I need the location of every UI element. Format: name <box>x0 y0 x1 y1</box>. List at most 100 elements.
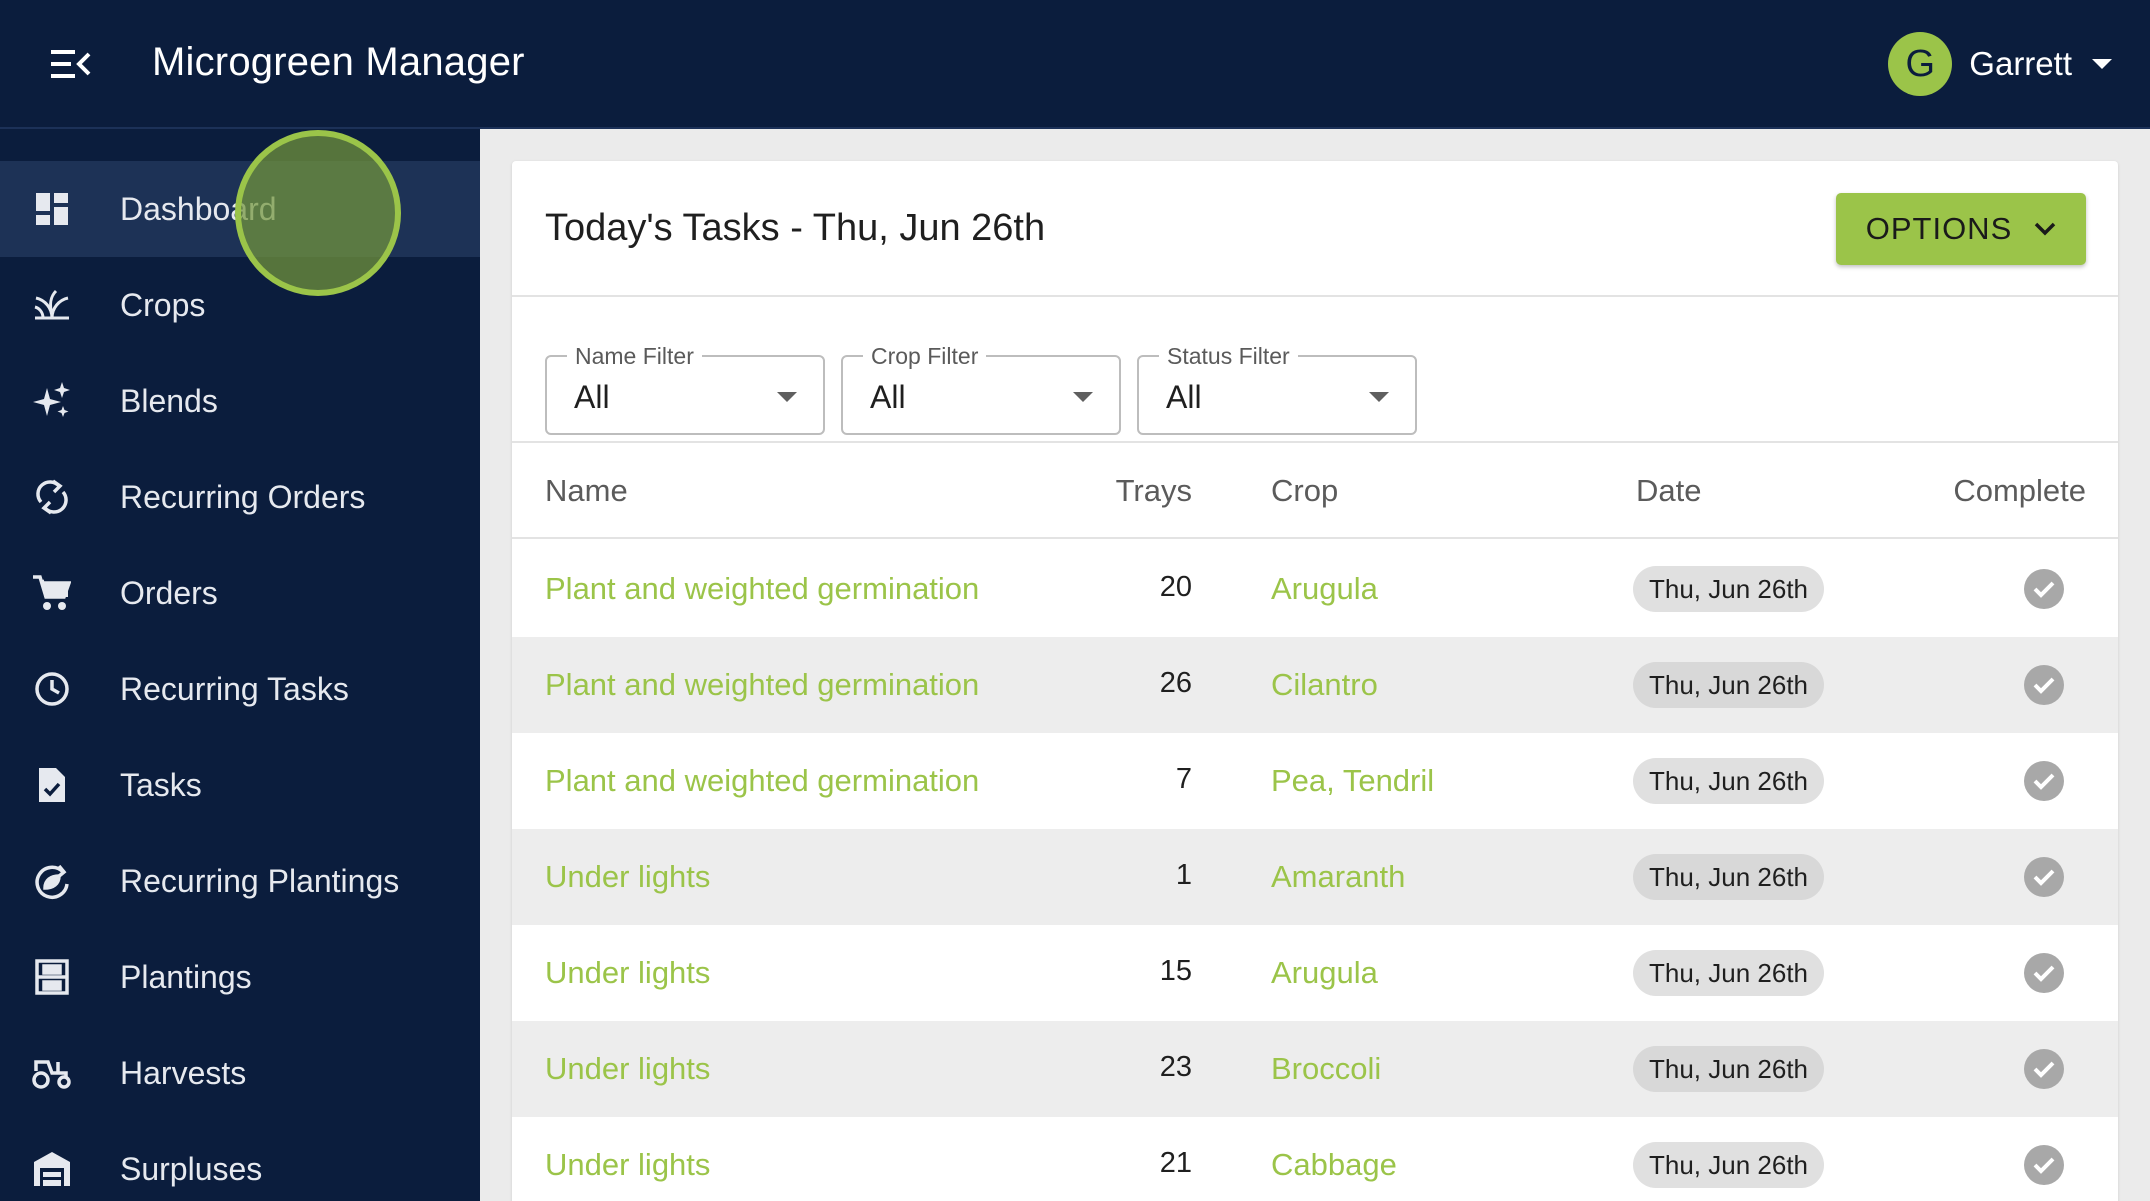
table-row: Under lights 23 Broccoli Thu, Jun 26th <box>512 1021 2118 1117</box>
filter-label: Crop Filter <box>863 343 987 370</box>
complete-check-icon[interactable] <box>2024 1049 2064 1089</box>
crop-link[interactable]: Pea, Tendril <box>1271 763 1434 799</box>
caret-down-icon <box>777 392 797 402</box>
sidebar-item-label: Recurring Orders <box>120 478 366 515</box>
page-title: Today's Tasks - Thu, Jun 26th <box>545 207 1046 249</box>
sprout-icon <box>32 285 72 325</box>
caret-down-icon <box>2092 59 2112 69</box>
warehouse-icon <box>32 1149 72 1189</box>
crop-link[interactable]: Arugula <box>1271 955 1378 991</box>
trays-count: 26 <box>1159 667 1192 699</box>
trays-count: 7 <box>1175 763 1192 795</box>
sidebar-item-tasks[interactable]: Tasks <box>0 737 480 833</box>
sidebar-item-label: Surpluses <box>120 1150 263 1187</box>
column-header-complete: Complete <box>1953 473 2086 508</box>
crop-filter-select[interactable]: Crop Filter All <box>841 343 1121 435</box>
refresh-icon <box>32 477 72 517</box>
date-chip: Thu, Jun 26th <box>1633 1046 1824 1092</box>
sidebar-item-label: Plantings <box>120 958 252 995</box>
task-file-icon <box>32 765 72 805</box>
complete-check-icon[interactable] <box>2024 1145 2064 1185</box>
sidebar-item-label: Dashboard <box>120 190 277 227</box>
filter-value: All <box>870 379 906 415</box>
sidebar-item-harvests[interactable]: Harvests <box>0 1025 480 1121</box>
table-row: Under lights 21 Cabbage Thu, Jun 26th <box>512 1117 2118 1201</box>
complete-check-icon[interactable] <box>2024 665 2064 705</box>
sidebar-item-orders[interactable]: Orders <box>0 545 480 641</box>
table-row: Plant and weighted germination 20 Arugul… <box>512 541 2118 637</box>
filter-label: Name Filter <box>567 343 702 370</box>
trays-count: 21 <box>1159 1147 1192 1179</box>
filter-value: All <box>574 379 610 415</box>
crop-link[interactable]: Arugula <box>1271 571 1378 607</box>
card-header: Today's Tasks - Thu, Jun 26th OPTIONS <box>512 161 2118 297</box>
column-header-date: Date <box>1636 473 1702 508</box>
avatar: G <box>1888 32 1953 96</box>
filter-label: Status Filter <box>1159 343 1298 370</box>
complete-check-icon[interactable] <box>2024 953 2064 993</box>
complete-check-icon[interactable] <box>2024 569 2064 609</box>
dashboard-icon <box>32 189 72 229</box>
trays-count: 23 <box>1159 1051 1192 1083</box>
crop-link[interactable]: Cabbage <box>1271 1147 1397 1183</box>
crop-link[interactable]: Amaranth <box>1271 859 1405 895</box>
caret-down-icon <box>1073 392 1093 402</box>
date-chip: Thu, Jun 26th <box>1633 662 1824 708</box>
complete-check-icon[interactable] <box>2024 761 2064 801</box>
todays-tasks-card: Today's Tasks - Thu, Jun 26th OPTIONS Na… <box>512 161 2118 1201</box>
task-name-link[interactable]: Plant and weighted germination <box>545 763 979 799</box>
options-label: OPTIONS <box>1865 211 2013 246</box>
clock-icon <box>32 669 72 709</box>
trays-count: 1 <box>1175 859 1192 891</box>
collapse-menu-button[interactable] <box>44 42 98 86</box>
menu-collapse-icon <box>51 50 91 78</box>
sidebar-item-label: Harvests <box>120 1054 247 1091</box>
crop-link[interactable]: Broccoli <box>1271 1051 1381 1087</box>
user-menu[interactable]: G Garrett <box>1888 32 2112 96</box>
column-header-crop: Crop <box>1271 473 1339 508</box>
sidebar-item-label: Orders <box>120 574 218 611</box>
task-name-link[interactable]: Under lights <box>545 1147 710 1183</box>
task-name-link[interactable]: Plant and weighted germination <box>545 571 979 607</box>
date-chip: Thu, Jun 26th <box>1633 566 1824 612</box>
table-header: Name Trays Crop Date Complete <box>512 443 2118 539</box>
column-header-name: Name <box>545 473 628 508</box>
sidebar-item-dashboard[interactable]: Dashboard <box>0 161 480 257</box>
status-filter-select[interactable]: Status Filter All <box>1137 343 1417 435</box>
trays-count: 15 <box>1159 955 1192 987</box>
sidebar: Dashboard Crops Blends Recurring Orders … <box>0 129 480 1201</box>
table-row: Under lights 15 Arugula Thu, Jun 26th <box>512 925 2118 1021</box>
date-chip: Thu, Jun 26th <box>1633 758 1824 804</box>
crop-link[interactable]: Cilantro <box>1271 667 1378 703</box>
user-name: Garrett <box>1969 45 2072 82</box>
sidebar-item-crops[interactable]: Crops <box>0 257 480 353</box>
sidebar-item-recurring-tasks[interactable]: Recurring Tasks <box>0 641 480 737</box>
name-filter-select[interactable]: Name Filter All <box>545 343 825 435</box>
tractor-icon <box>32 1053 72 1093</box>
task-name-link[interactable]: Under lights <box>545 859 710 895</box>
table-row: Plant and weighted germination 7 Pea, Te… <box>512 733 2118 829</box>
chevron-down-icon <box>2035 222 2056 236</box>
sidebar-item-label: Recurring Plantings <box>120 862 400 899</box>
column-header-trays: Trays <box>1115 473 1192 508</box>
task-name-link[interactable]: Under lights <box>545 1051 710 1087</box>
complete-check-icon[interactable] <box>2024 857 2064 897</box>
sidebar-item-plantings[interactable]: Plantings <box>0 929 480 1025</box>
table-row: Plant and weighted germination 26 Cilant… <box>512 637 2118 733</box>
sidebar-item-recurring-orders[interactable]: Recurring Orders <box>0 449 480 545</box>
recurring-planting-icon <box>32 861 72 901</box>
shelf-icon <box>32 957 72 997</box>
options-button[interactable]: OPTIONS <box>1836 193 2086 265</box>
caret-down-icon <box>1369 392 1389 402</box>
sidebar-item-blends[interactable]: Blends <box>0 353 480 449</box>
top-app-bar: Microgreen Manager G Garrett <box>0 0 2150 129</box>
task-name-link[interactable]: Under lights <box>545 955 710 991</box>
sidebar-item-surpluses[interactable]: Surpluses <box>0 1121 480 1201</box>
date-chip: Thu, Jun 26th <box>1633 950 1824 996</box>
task-name-link[interactable]: Plant and weighted germination <box>545 667 979 703</box>
cart-icon <box>32 573 72 613</box>
sidebar-item-label: Blends <box>120 382 218 419</box>
trays-count: 20 <box>1159 571 1192 603</box>
sidebar-item-recurring-plantings[interactable]: Recurring Plantings <box>0 833 480 929</box>
date-chip: Thu, Jun 26th <box>1633 854 1824 900</box>
